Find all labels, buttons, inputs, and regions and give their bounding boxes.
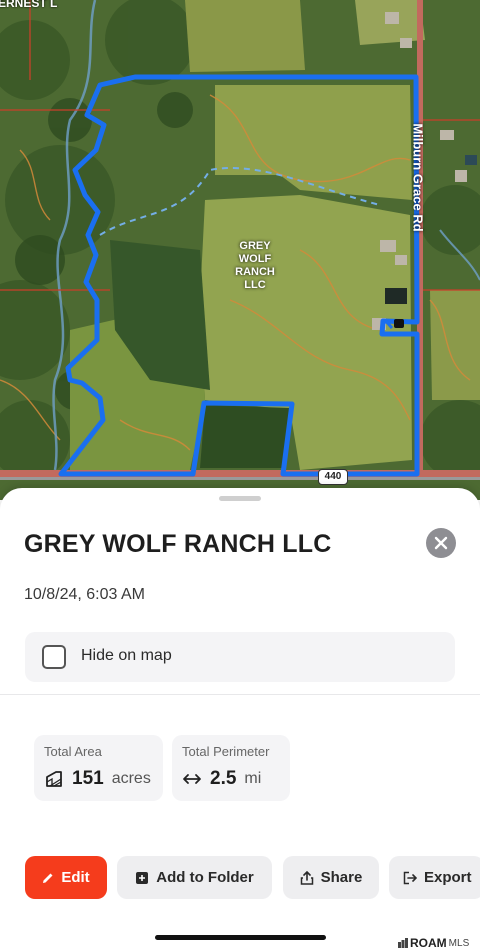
pencil-icon [43,873,53,883]
total-area-card: Total Area 151 acres [34,735,163,801]
area-icon [46,771,62,787]
total-area-label: Total Area [44,744,102,759]
parcel-title: GREY WOLF RANCH LLC [24,530,332,558]
brand-logo: ROAM MLS [398,936,469,950]
share-icon [300,870,313,885]
total-perimeter-card: Total Perimeter 2.5 mi [172,735,290,801]
sheet-grabber[interactable] [219,496,261,501]
edit-label: Edit [61,869,90,886]
detail-sheet: GREY WOLF RANCH LLC 10/8/24, 6:03 AM Hid… [0,488,480,951]
total-area-value: 151 [72,768,104,789]
folder-add-icon [136,871,149,884]
hide-on-map-checkbox[interactable] [42,645,66,669]
logo-mark-icon [398,938,408,948]
edit-button[interactable]: Edit [25,856,107,899]
highway-shield: 440 [318,469,348,485]
created-date: 10/8/24, 6:03 AM [24,586,145,603]
map-road-label: Milburn Grace Rd [410,123,426,232]
total-perimeter-unit: mi [244,770,262,787]
export-label: Export [424,869,472,886]
divider [0,694,480,695]
home-indicator[interactable] [155,935,326,940]
total-perimeter-value: 2.5 [210,768,237,789]
export-button[interactable]: Export [389,856,480,899]
add-to-folder-button[interactable]: Add to Folder [117,856,272,899]
export-icon [403,871,417,884]
map-view[interactable]: ERNEST L Milburn Grace Rd GREY WOLF RANC… [0,0,480,500]
double-arrow-icon [183,774,201,784]
map-parcel-label: GREY WOLF RANCH LLC [235,240,275,291]
close-button[interactable] [426,528,456,558]
hide-on-map-label: Hide on map [81,647,172,664]
share-button[interactable]: Share [283,856,379,899]
total-area-unit: acres [111,770,151,787]
add-to-folder-label: Add to Folder [156,869,254,886]
map-corner-road-label: ERNEST L [0,0,58,10]
total-perimeter-label: Total Perimeter [182,744,270,759]
map-marker-icon[interactable] [394,319,404,328]
share-label: Share [320,869,363,886]
close-icon [434,536,448,550]
hide-on-map-row[interactable]: Hide on map [25,632,455,682]
